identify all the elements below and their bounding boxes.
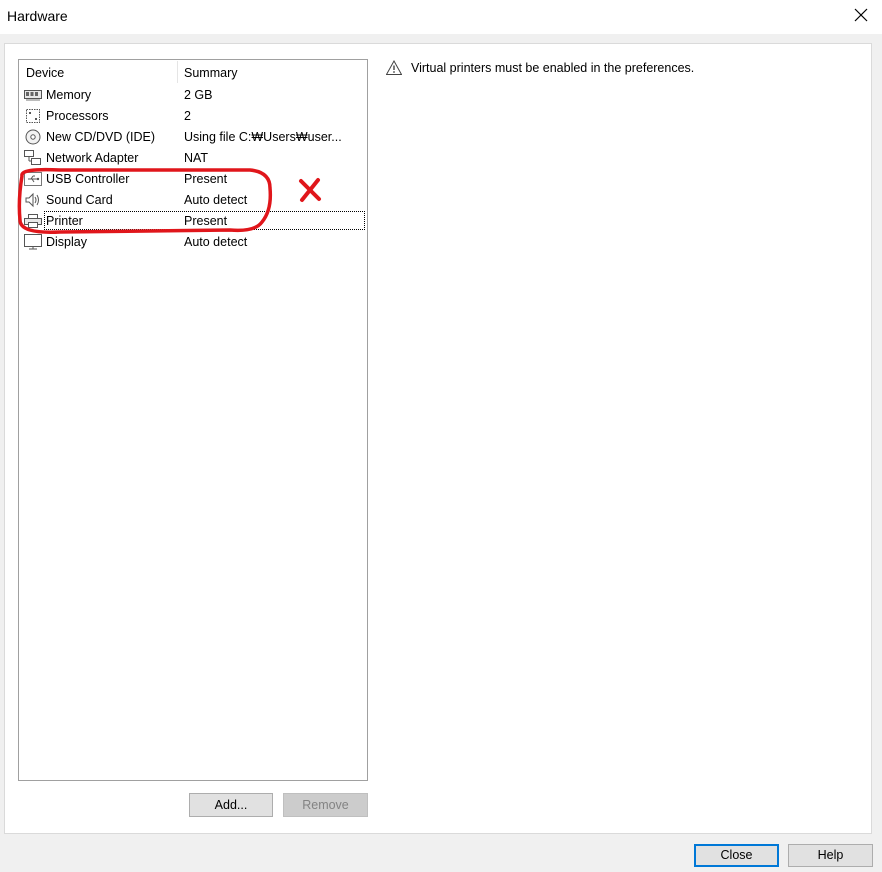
- warning-icon: [386, 60, 402, 75]
- device-summary: Auto detect: [184, 193, 248, 207]
- device-name: Display: [46, 235, 87, 249]
- cd-dvd-icon: [25, 129, 41, 145]
- network-adapter-icon: [24, 150, 41, 165]
- column-header-summary[interactable]: Summary: [184, 66, 237, 80]
- close-button[interactable]: Close: [694, 844, 779, 867]
- device-row-network-adapter[interactable]: Network Adapter NAT: [19, 148, 367, 169]
- device-name: Printer: [46, 214, 83, 228]
- monitor-icon: [24, 234, 42, 250]
- device-summary: Present: [184, 214, 228, 228]
- device-summary: Present: [184, 172, 228, 186]
- device-summary: 2: [184, 109, 191, 123]
- device-name: Processors: [46, 109, 109, 123]
- list-header: Device Summary: [19, 60, 367, 84]
- device-summary: 2 GB: [184, 88, 213, 102]
- help-button[interactable]: Help: [788, 844, 873, 867]
- remove-button[interactable]: Remove: [283, 793, 368, 817]
- speaker-icon: [25, 192, 39, 208]
- window-title: Hardware: [7, 8, 68, 24]
- device-name: Sound Card: [46, 193, 113, 207]
- printer-icon: [24, 214, 42, 228]
- column-header-device[interactable]: Device: [26, 66, 64, 80]
- device-row-printer[interactable]: Printer Present: [19, 211, 367, 232]
- device-name: USB Controller: [46, 172, 130, 186]
- device-name: Network Adapter: [46, 151, 139, 165]
- usb-icon: [24, 172, 42, 186]
- device-list[interactable]: Device Summary Memory 2 GB Processors 2 …: [18, 59, 368, 781]
- close-icon: [854, 8, 868, 22]
- window-close-button[interactable]: [848, 4, 874, 28]
- device-summary: Auto detect: [184, 235, 248, 249]
- title-bar: Hardware: [0, 0, 882, 34]
- device-row-sound-card[interactable]: Sound Card Auto detect: [19, 190, 367, 211]
- memory-icon: [24, 90, 42, 101]
- device-row-processors[interactable]: Processors 2: [19, 106, 367, 127]
- device-summary: Using file C:₩Users₩user...: [184, 130, 342, 144]
- device-name: New CD/DVD (IDE): [46, 130, 156, 144]
- processor-icon: [26, 109, 40, 123]
- device-name: Memory: [46, 88, 92, 102]
- device-row-display[interactable]: Display Auto detect: [19, 232, 367, 253]
- column-divider[interactable]: [177, 61, 178, 83]
- device-row-cd-dvd[interactable]: New CD/DVD (IDE) Using file C:₩Users₩use…: [19, 127, 367, 148]
- device-row-usb-controller[interactable]: USB Controller Present: [19, 169, 367, 190]
- device-row-memory[interactable]: Memory 2 GB: [19, 85, 367, 106]
- warning-text: Virtual printers must be enabled in the …: [411, 61, 695, 75]
- device-summary: NAT: [184, 151, 209, 165]
- add-button[interactable]: Add...: [189, 793, 273, 817]
